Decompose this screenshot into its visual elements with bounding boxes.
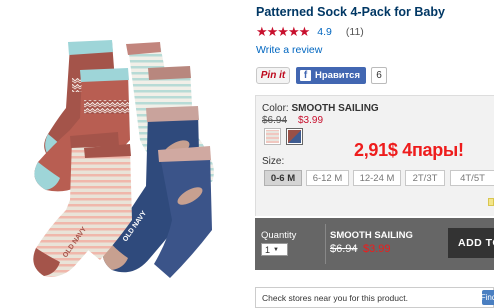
- pinterest-pin-button[interactable]: Pin it: [256, 67, 290, 84]
- size-option-0-6m[interactable]: 0-6 M: [264, 170, 302, 186]
- size-option-6-12m[interactable]: 6-12 M: [306, 170, 349, 186]
- color-prefix: Color:: [262, 103, 289, 114]
- quantity-select[interactable]: 1 ▼: [261, 243, 288, 256]
- promo-annotation: 2,91$ 4пары!: [354, 140, 464, 160]
- write-review-link[interactable]: Write a review: [256, 44, 322, 56]
- rating-value: 4.9: [317, 26, 332, 38]
- color-swatch-smooth-sailing[interactable]: [286, 128, 303, 145]
- facebook-like-label: Нравится: [315, 70, 360, 81]
- facebook-like-count: 6: [370, 67, 387, 84]
- rating-row[interactable]: ★★★★★ 4.9 (11): [256, 25, 364, 39]
- color-swatch-striped[interactable]: [264, 128, 281, 145]
- find-store-button[interactable]: Find: [482, 290, 494, 305]
- quantity-value: 1: [265, 244, 271, 255]
- cart-original-price: $6.94: [330, 243, 358, 255]
- cart-sale-price: $3.99: [363, 243, 391, 255]
- color-label: Color: SMOOTH SAILING: [262, 103, 379, 114]
- store-finder: Check stores near you for this product. …: [255, 287, 494, 308]
- store-finder-text: Check stores near you for this product.: [262, 293, 408, 303]
- size-option-2t-3t[interactable]: 2T/3T: [405, 170, 445, 186]
- socks-illustration: OLD NAVY OLD NAVY: [33, 40, 214, 278]
- add-to-bag-bar: Quantity 1 ▼ SMOOTH SAILING $6.94 $3.99 …: [255, 218, 494, 270]
- chevron-down-icon: ▼: [273, 246, 279, 253]
- size-option-4t-5t[interactable]: 4T/5T: [450, 170, 494, 186]
- facebook-icon: f: [300, 70, 311, 81]
- note-icon: [488, 198, 494, 206]
- size-option-12-24m[interactable]: 12-24 M: [353, 170, 401, 186]
- quantity-label: Quantity: [261, 230, 297, 241]
- product-title: Patterned Sock 4-Pack for Baby: [256, 5, 445, 19]
- review-count: (11): [345, 26, 364, 38]
- sale-price: $3.99: [298, 115, 324, 126]
- cart-color-name: SMOOTH SAILING: [330, 230, 413, 241]
- original-price: $6.94: [262, 115, 288, 126]
- rating-stars-icon: ★★★★★: [256, 24, 310, 39]
- facebook-like-button[interactable]: f Нравится: [296, 67, 366, 84]
- size-label: Size:: [262, 156, 285, 167]
- product-image[interactable]: OLD NAVY OLD NAVY: [0, 0, 250, 308]
- add-to-bag-button[interactable]: ADD TO BAG: [448, 228, 494, 258]
- divider: [325, 224, 326, 264]
- share-row: Pin it f Нравится 6: [256, 67, 387, 84]
- product-options-panel: Color: SMOOTH SAILING $6.94 $3.99 2,91$ …: [255, 95, 494, 216]
- color-name: SMOOTH SAILING: [291, 103, 379, 114]
